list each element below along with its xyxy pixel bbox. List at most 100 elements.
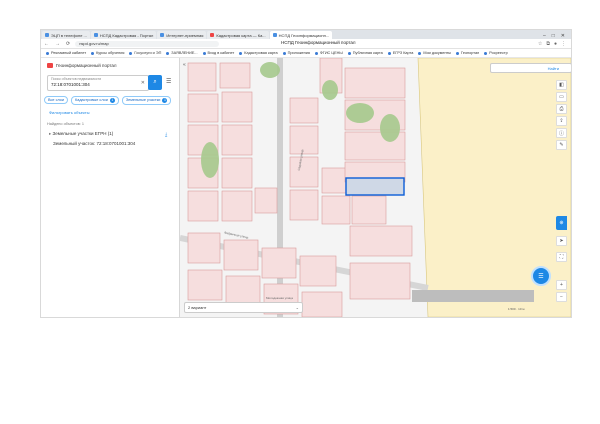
- bookmark-label: Госуслуги и ЭП: [134, 51, 162, 55]
- layer-chips: Все слои Кадастровые слои 1 Земельные уча…: [41, 95, 179, 105]
- extensions-icon[interactable]: ⧉: [546, 41, 550, 47]
- parcel[interactable]: [187, 269, 223, 301]
- bookmark-item[interactable]: ЕГРЗ Карта: [387, 51, 413, 55]
- parcel[interactable]: [301, 291, 343, 317]
- bookmark-item[interactable]: Росреестр: [484, 51, 508, 55]
- bookmark-item[interactable]: Рекламный кабинет: [46, 51, 86, 55]
- chip-all-layers[interactable]: Все слои: [44, 96, 68, 104]
- back-icon[interactable]: ←: [41, 41, 52, 47]
- bookmark-item[interactable]: Госуслуги и ЭП: [129, 51, 161, 55]
- filter-link[interactable]: Фильтровать объекты: [49, 110, 90, 115]
- result-item[interactable]: Земельный участок: 72:18:0701001:304: [53, 141, 135, 146]
- parcel[interactable]: [321, 195, 351, 225]
- filter-icon[interactable]: ☰: [166, 78, 171, 85]
- parcel[interactable]: [187, 93, 219, 123]
- cadastral-map[interactable]: Фабричная улица Садовая улица Молодежная…: [180, 58, 571, 317]
- search-button[interactable]: ⌕: [148, 75, 162, 90]
- parcel[interactable]: [221, 157, 253, 189]
- zoom-in-icon[interactable]: +: [556, 280, 567, 290]
- download-icon[interactable]: ⤓: [165, 132, 167, 138]
- bookmark-item[interactable]: Публичная карта: [347, 51, 383, 55]
- parcel[interactable]: [187, 62, 217, 92]
- browser-tab[interactable]: ЭЦП в телефоне ...: [42, 31, 90, 39]
- print-icon[interactable]: ⎙: [556, 104, 567, 114]
- info-icon[interactable]: ⓘ: [556, 128, 567, 138]
- browser-tab[interactable]: Кадастровая карта — Ка...: [207, 31, 269, 39]
- bookmark-icon: [129, 51, 133, 55]
- parcel[interactable]: [261, 247, 297, 279]
- bookmark-item[interactable]: Геопортал: [456, 51, 479, 55]
- address-icons: ☆ ⧉ ● ⋮: [538, 41, 571, 47]
- browser-tab[interactable]: Интернет-приемная: [157, 31, 207, 39]
- assistant-fab[interactable]: ☰: [531, 266, 551, 286]
- tab-bar: ЭЦП в телефоне ... НСПД Кадастровая - По…: [41, 30, 571, 39]
- zoom-out-icon[interactable]: −: [556, 292, 567, 302]
- map-tools-icon: ⊕: [559, 220, 564, 226]
- forward-icon[interactable]: →: [52, 41, 63, 47]
- parcel[interactable]: [254, 187, 278, 214]
- ruler-icon[interactable]: ▭: [556, 92, 567, 102]
- bookmark-item[interactable]: Приложения: [282, 51, 310, 55]
- layers-icon[interactable]: ◧: [556, 80, 567, 90]
- bookmark-icon: [46, 51, 49, 55]
- parcel[interactable]: [219, 62, 251, 89]
- bookmark-item[interactable]: Вход в кабинет: [202, 51, 234, 55]
- parcel[interactable]: [289, 189, 319, 221]
- locate-icon[interactable]: ➤: [556, 236, 567, 246]
- selected-parcel[interactable]: [345, 177, 405, 196]
- parcel[interactable]: [289, 156, 319, 188]
- search-input[interactable]: Поиск объектов недвижимости 72:18:070100…: [47, 75, 149, 91]
- parcel[interactable]: [221, 91, 253, 123]
- bookmark-item[interactable]: Кадастровая карта: [239, 51, 278, 55]
- bookmark-icon: [91, 51, 95, 55]
- draw-icon[interactable]: ✎: [556, 140, 567, 150]
- map-canvas[interactable]: [180, 58, 571, 317]
- parcel[interactable]: [223, 239, 259, 271]
- tab-label: Кадастровая карта — Ка...: [216, 32, 266, 38]
- parcel[interactable]: [289, 97, 319, 124]
- map-search-button[interactable]: Найти: [490, 63, 571, 73]
- favicon-icon: [160, 33, 165, 37]
- side-action-button[interactable]: ⊕: [556, 216, 567, 230]
- bookmark-label: Курсы обучения: [96, 51, 125, 55]
- result-group-title[interactable]: Земельные участки ЕГРН (1): [49, 131, 114, 137]
- bookmark-label: Кадастровая карта: [244, 51, 278, 55]
- profile-icon[interactable]: ●: [554, 41, 557, 47]
- bookmark-label: Публичная карта: [352, 51, 383, 55]
- parcel[interactable]: [221, 124, 253, 156]
- url-field[interactable]: nspd.gov.ru/map: [75, 40, 220, 47]
- reload-icon[interactable]: ⟳: [63, 41, 73, 47]
- tab-label: Интернет-приемная: [166, 32, 204, 38]
- collapse-panel-icon[interactable]: «: [183, 62, 186, 68]
- parcel[interactable]: [351, 195, 387, 225]
- chip-label: Все слои: [48, 98, 64, 102]
- basemap-select[interactable]: 2 вариант ⌄: [184, 302, 303, 313]
- parcel[interactable]: [349, 262, 411, 300]
- share-icon[interactable]: ⇪: [556, 116, 567, 126]
- bookmark-item[interactable]: Курсы обучения: [91, 51, 124, 55]
- bookmark-item[interactable]: Мои документы: [418, 51, 451, 55]
- menu-icon[interactable]: ⋮: [561, 41, 566, 47]
- clear-icon[interactable]: ✕: [141, 80, 145, 86]
- chip-land-plots[interactable]: Земельные участки 1: [121, 95, 172, 105]
- chip-label: Кадастровые слои: [75, 98, 108, 102]
- parcel[interactable]: [187, 190, 219, 222]
- parcel[interactable]: [187, 232, 221, 264]
- parcel[interactable]: [221, 190, 253, 222]
- bookmark-item[interactable]: ЗАЯВЛЕНИЕ...: [166, 51, 198, 55]
- parcel[interactable]: [299, 255, 337, 287]
- browser-tab[interactable]: НСПД Кадастровая - Портал: [90, 31, 157, 39]
- page-title: НСПД Геоинформационный портал: [281, 40, 356, 45]
- search-value[interactable]: 72:18:0701001:304: [51, 82, 90, 87]
- tree-patch: [380, 114, 400, 142]
- bookmark-item[interactable]: ФГИС ЦЕНЫ: [314, 51, 343, 55]
- parcel[interactable]: [349, 225, 413, 257]
- chip-cadastral-layers[interactable]: Кадастровые слои 1: [71, 95, 119, 105]
- search-icon: ⌕: [153, 79, 157, 85]
- chevron-down-icon: ⌄: [295, 305, 299, 310]
- parcel[interactable]: [344, 67, 406, 99]
- bookmark-star-icon[interactable]: ☆: [538, 41, 542, 47]
- chat-icon: ☰: [538, 273, 544, 280]
- browser-tab-active[interactable]: НСПД Геоинформационн...: [269, 31, 333, 39]
- fullscreen-icon[interactable]: ⛶: [556, 252, 567, 262]
